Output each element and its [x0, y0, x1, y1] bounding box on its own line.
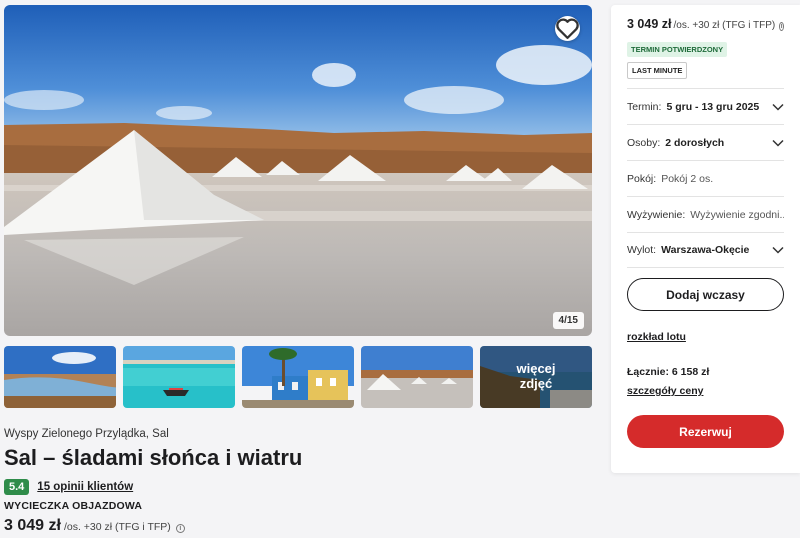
chevron-down-icon	[772, 246, 784, 254]
room-value: Pokój 2 os.	[661, 172, 714, 185]
location: Wyspy Zielonego Przylądka, Sal	[4, 428, 169, 440]
thumbnail-3[interactable]	[242, 346, 354, 408]
thumbnail-2[interactable]	[123, 346, 235, 408]
salt-pans-photo	[361, 346, 473, 408]
persons-value: 2 dorosłych	[665, 136, 725, 149]
thumbnail-strip: więcej zdjęć	[4, 346, 592, 408]
thumbnail-4[interactable]	[361, 346, 473, 408]
panel-price: 3 049 zł /os. +30 zł (TFG i TFP) i	[627, 17, 784, 31]
main-photo[interactable]: 4/15	[4, 5, 592, 336]
room-label: Pokój:	[627, 172, 657, 185]
book-button[interactable]: Rezerwuj	[627, 415, 784, 448]
panel-price-value: 3 049 zł	[627, 17, 672, 31]
offer-title: Sal – śladami słońca i wiatru	[4, 445, 303, 470]
booking-panel: 3 049 zł /os. +30 zł (TFG i TFP) i TERMI…	[611, 5, 800, 473]
options-list: Termin: 5 gru - 13 gru 2025 Osoby: 2 dor…	[627, 88, 784, 268]
offer-page: 4/15 więcej zdjęć Wyspy Zielonego Przylą…	[0, 0, 800, 538]
board-label: Wyżywienie:	[627, 208, 686, 221]
board-field: Wyżywienie: Wyżywienie zgodni...	[627, 196, 784, 232]
price-value: 3 049 zł	[4, 517, 61, 534]
favorite-button[interactable]	[555, 16, 580, 41]
flight-schedule-link[interactable]: rozkład lotu	[627, 331, 784, 343]
last-minute-badge: LAST MINUTE	[627, 62, 688, 79]
total-price: Łącznie: 6 158 zł	[627, 366, 710, 378]
salt-flats-photo	[4, 5, 592, 336]
persons-select[interactable]: Osoby: 2 dorosłych	[627, 124, 784, 160]
price-suffix: /os. +30 zł (TFG i TFP)	[63, 521, 171, 533]
panel-price-suffix: /os. +30 zł (TFG i TFP)	[673, 20, 776, 31]
chevron-down-icon	[772, 139, 784, 147]
term-select[interactable]: Termin: 5 gru - 13 gru 2025	[627, 88, 784, 124]
more-photos-label: więcej zdjęć	[480, 346, 592, 408]
coast-lagoon-photo	[4, 346, 116, 408]
term-value: 5 gru - 13 gru 2025	[666, 100, 760, 113]
boat-beach-photo	[123, 346, 235, 408]
reviews-link[interactable]: 15 opinii klientów	[37, 481, 133, 493]
photo-counter: 4/15	[552, 312, 584, 329]
price-details-link[interactable]: szczegóły ceny	[627, 385, 784, 397]
board-value: Wyżywienie zgodni...	[690, 208, 784, 221]
persons-label: Osoby:	[627, 136, 661, 149]
trip-type: WYCIECZKA OBJAZDOWA	[4, 500, 143, 512]
heart-icon	[556, 18, 579, 40]
departure-select[interactable]: Wylot: Warszawa-Okęcie	[627, 232, 784, 268]
offer-price: 3 049 zł /os. +30 zł (TFG i TFP) i	[4, 517, 594, 535]
chevron-down-icon	[772, 103, 784, 111]
more-photos-thumbnail[interactable]: więcej zdjęć	[480, 346, 592, 408]
offer-info: Wyspy Zielonego Przylądka, Sal Sal – śla…	[4, 428, 594, 535]
info-icon[interactable]: i	[779, 22, 784, 31]
info-icon[interactable]: i	[175, 524, 185, 533]
add-vacation-button[interactable]: Dodaj wczasy	[627, 278, 784, 311]
room-field: Pokój: Pokój 2 os.	[627, 160, 784, 196]
rating-row: 5.4 15 opinii klientów	[4, 479, 594, 495]
departure-label: Wylot:	[627, 244, 657, 256]
rating-badge: 5.4	[4, 479, 30, 495]
term-label: Termin:	[627, 100, 662, 113]
departure-value: Warszawa-Okęcie	[661, 244, 750, 256]
confirmed-badge: TERMIN POTWIERDZONY	[627, 42, 728, 57]
thumbnail-1[interactable]	[4, 346, 116, 408]
town-street-photo	[242, 346, 354, 408]
